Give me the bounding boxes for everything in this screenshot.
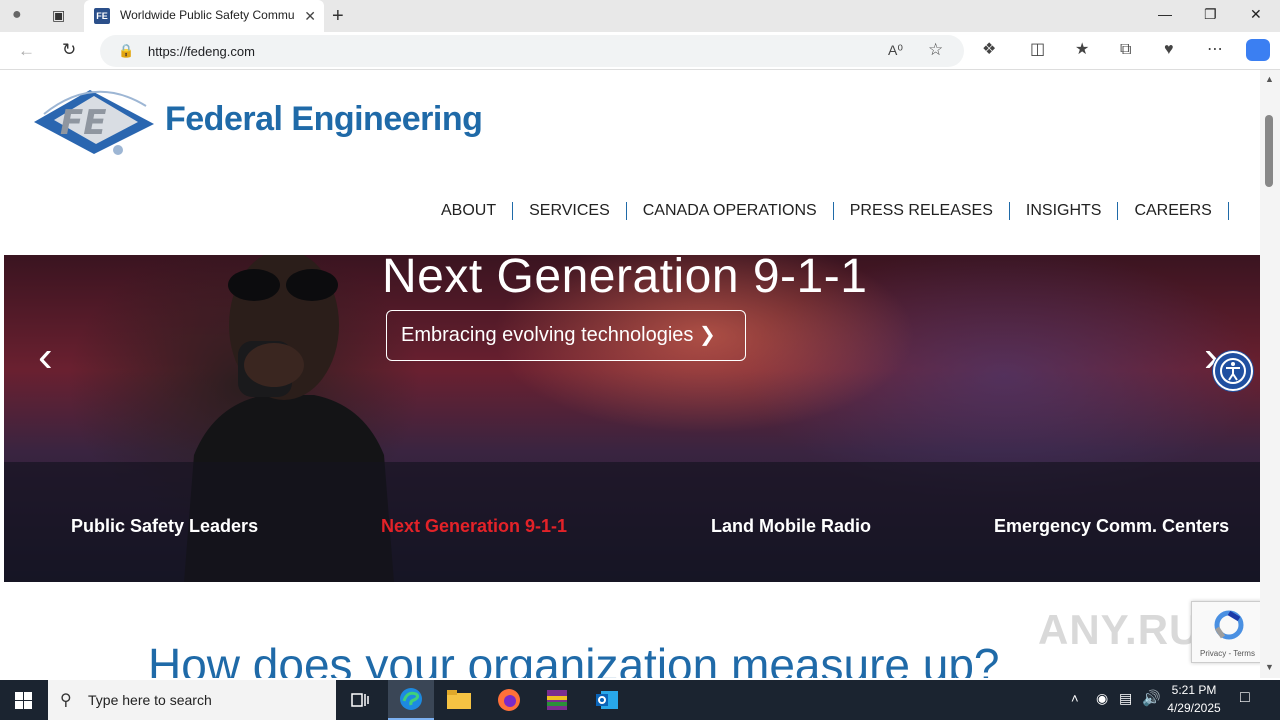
site-favicon-icon: FE: [94, 8, 110, 24]
network-icon[interactable]: ▤: [1119, 690, 1132, 707]
web-page: FE Federal Engineering ABOUT SERVICES CA…: [4, 70, 1260, 678]
accessibility-icon[interactable]: [1213, 351, 1253, 391]
recaptcha-terms[interactable]: Privacy - Terms: [1200, 649, 1255, 658]
task-view-icon[interactable]: [337, 680, 383, 720]
nav-services[interactable]: SERVICES: [513, 202, 627, 220]
slide-tab-land-mobile-radio[interactable]: Land Mobile Radio: [711, 516, 871, 537]
browser-essentials-icon[interactable]: ♥: [1164, 41, 1174, 59]
scroll-thumb[interactable]: [1265, 115, 1273, 187]
recaptcha-icon: [1214, 610, 1244, 640]
back-icon[interactable]: ←: [18, 41, 35, 61]
tab-actions-icon[interactable]: ▣: [52, 7, 65, 24]
hero-cta-button[interactable]: Embracing evolving technologies ❯: [386, 310, 746, 361]
search-icon: ⚲: [60, 692, 72, 709]
volume-icon[interactable]: 🔊: [1142, 689, 1161, 707]
more-options-icon[interactable]: ⋯: [1207, 41, 1223, 59]
tab-title: Worldwide Public Safety Commu: [120, 8, 295, 22]
notifications-icon[interactable]: □: [1240, 689, 1250, 707]
clock-time[interactable]: 5:21 PM: [1166, 683, 1222, 697]
nav-about[interactable]: ABOUT: [425, 202, 514, 220]
nav-canada-operations[interactable]: CANADA OPERATIONS: [627, 202, 834, 220]
winrar-icon[interactable]: [534, 680, 580, 720]
main-nav: ABOUT SERVICES CANADA OPERATIONS PRESS R…: [425, 200, 1229, 222]
clock-date[interactable]: 4/29/2025: [1160, 701, 1228, 715]
slide-tab-emergency-comm-centers[interactable]: Emergency Comm. Centers: [994, 516, 1229, 537]
recaptcha-badge[interactable]: Privacy - Terms: [1191, 601, 1260, 663]
taskbar-search[interactable]: ⚲ Type here to search: [48, 680, 336, 720]
favorite-star-icon[interactable]: ☆: [928, 40, 943, 60]
copilot-icon[interactable]: [1246, 39, 1270, 61]
nav-press-releases[interactable]: PRESS RELEASES: [834, 202, 1010, 220]
chevron-right-icon: ❯: [698, 324, 716, 346]
firefox-icon[interactable]: [486, 680, 532, 720]
section-headline: How does your organization measure up?: [148, 639, 1000, 678]
profile-icon[interactable]: ●: [12, 6, 22, 24]
hero-slider: Next Generation 9-1-1 Embracing evolving…: [4, 255, 1260, 582]
slide-tab-public-safety-leaders[interactable]: Public Safety Leaders: [71, 516, 258, 537]
windows-taskbar: ⚲ Type here to search ˄ ◉ ▤ 🔊 5:21 PM 4/…: [0, 680, 1280, 720]
browser-tab-bar: ● ▣ FE Worldwide Public Safety Commu ✕ +…: [0, 0, 1280, 32]
favorites-icon[interactable]: ★: [1075, 41, 1089, 59]
scroll-up-icon[interactable]: ▲: [1265, 74, 1274, 84]
url-text[interactable]: https://fedeng.com: [148, 44, 255, 59]
windows-start-icon[interactable]: [15, 692, 32, 709]
meet-now-icon[interactable]: ◉: [1096, 690, 1108, 707]
split-screen-icon[interactable]: ◫: [1030, 41, 1045, 59]
refresh-icon[interactable]: ↻: [62, 40, 76, 60]
page-scrollbar[interactable]: ▲ ▼: [1260, 70, 1280, 678]
logo-text[interactable]: Federal Engineering: [165, 100, 483, 139]
nav-careers[interactable]: CAREERS: [1118, 202, 1229, 220]
search-placeholder: Type here to search: [88, 692, 212, 708]
federal-engineering-logo-icon[interactable]: FE: [34, 84, 154, 158]
outlook-icon[interactable]: [584, 680, 630, 720]
scroll-down-icon[interactable]: ▼: [1265, 662, 1274, 672]
chevron-up-icon[interactable]: ˄: [1071, 691, 1079, 706]
read-aloud-icon[interactable]: A⁰: [888, 42, 903, 59]
tab-active[interactable]: FE Worldwide Public Safety Commu ✕: [84, 0, 324, 32]
url-field[interactable]: 🔒 https://fedeng.com A⁰ ☆: [100, 35, 964, 67]
slide-tab-next-generation-911[interactable]: Next Generation 9-1-1: [381, 516, 567, 537]
slider-prev-icon[interactable]: ‹: [38, 335, 53, 379]
nav-insights[interactable]: INSIGHTS: [1010, 202, 1119, 220]
lock-icon[interactable]: 🔒: [118, 43, 134, 59]
edge-taskbar-icon[interactable]: [388, 680, 434, 720]
collections-icon[interactable]: ⧉: [1120, 41, 1131, 59]
restore-icon[interactable]: ❐: [1204, 6, 1217, 23]
file-explorer-icon[interactable]: [436, 680, 482, 720]
hero-cta-label: Embracing evolving technologies: [401, 324, 694, 346]
extensions-icon[interactable]: ❖: [982, 41, 996, 59]
hero-title: Next Generation 9-1-1: [382, 255, 868, 303]
tab-close-icon[interactable]: ✕: [304, 8, 316, 24]
svg-text:FE: FE: [60, 103, 106, 143]
minimize-icon[interactable]: —: [1158, 6, 1172, 22]
new-tab-button[interactable]: +: [332, 5, 344, 27]
close-window-icon[interactable]: ✕: [1250, 6, 1262, 23]
